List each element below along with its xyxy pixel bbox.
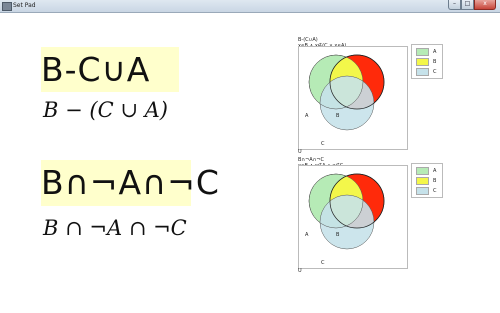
legend-row-c: C: [416, 67, 437, 76]
legend-swatch-b: [416, 176, 429, 185]
window-controls: – □ x: [448, 0, 496, 10]
handwritten-expression-1[interactable]: B-C∪A: [41, 47, 179, 92]
legend-label-b: B: [433, 177, 437, 184]
venn-circle-c: [319, 75, 375, 131]
close-button[interactable]: x: [474, 0, 496, 10]
title-bar: Set Pad – □ x: [0, 0, 500, 13]
legend-label-c: C: [433, 68, 437, 75]
venn-legend-1: A B C: [411, 44, 443, 79]
venn-svg-2: [308, 173, 385, 250]
minimize-button[interactable]: –: [448, 0, 461, 10]
venn-label-a: A: [305, 113, 309, 119]
venn-svg-1: [308, 54, 385, 131]
venn-universe-label-1: U: [298, 149, 302, 155]
maximize-button[interactable]: □: [461, 0, 474, 10]
venn-label-b: B: [336, 113, 340, 119]
legend-swatch-c: [416, 67, 429, 76]
typeset-expression-2: B ∩ ¬A ∩ ¬C: [43, 216, 187, 240]
handwritten-expression-2[interactable]: B∩¬A∩¬C: [41, 160, 219, 206]
typeset-expression-1: B − (C ∪ A): [43, 98, 168, 122]
legend-row-b: B: [416, 176, 437, 185]
app-icon: [2, 2, 12, 11]
venn-diagram-1[interactable]: A B C: [298, 46, 408, 150]
legend-label-a: A: [433, 167, 437, 174]
legend-swatch-a: [416, 166, 429, 175]
legend-row-b: B: [416, 57, 437, 66]
legend-label-c: C: [433, 187, 437, 194]
legend-row-c: C: [416, 186, 437, 195]
venn-label-c: C: [321, 141, 325, 147]
legend-swatch-a: [416, 47, 429, 56]
legend-swatch-c: [416, 186, 429, 195]
venn-universe-label-2: U: [298, 268, 302, 274]
legend-row-a: A: [416, 166, 437, 175]
window-title: Set Pad: [13, 2, 36, 9]
venn-label-c: C: [321, 260, 325, 266]
legend-label-b: B: [433, 58, 437, 65]
legend-swatch-b: [416, 57, 429, 66]
venn-legend-2: A B C: [411, 163, 443, 198]
venn-circle-c: [319, 194, 375, 250]
legend-row-a: A: [416, 47, 437, 56]
venn-label-a: A: [305, 232, 309, 238]
legend-label-a: A: [433, 48, 437, 55]
venn-label-b: B: [336, 232, 340, 238]
venn-diagram-2[interactable]: A B C: [298, 165, 408, 269]
